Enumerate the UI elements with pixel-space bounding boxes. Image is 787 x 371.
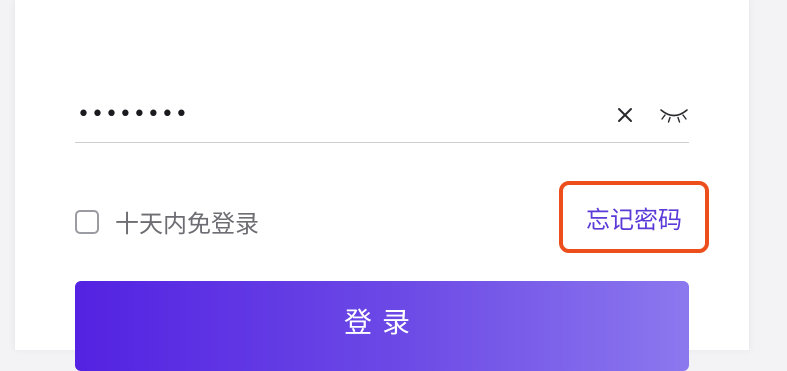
login-button[interactable]: 登录 [75,281,689,371]
password-field[interactable]: •••••••• [75,88,689,143]
password-input[interactable]: •••••••• [75,88,613,142]
forgot-password-link[interactable]: 忘记密码 [586,200,682,235]
forgot-password-highlight: 忘记密码 [559,181,709,253]
remember-me-label: 十天内免登录 [115,210,259,238]
eye-closed-icon[interactable] [659,103,689,127]
close-icon[interactable] [613,103,637,127]
login-card: •••••••• 十天内免登录 忘记密码 登录 [14,0,750,371]
remember-me-option[interactable]: 十天内免登录 [75,204,259,239]
remember-me-checkbox[interactable] [75,209,99,234]
